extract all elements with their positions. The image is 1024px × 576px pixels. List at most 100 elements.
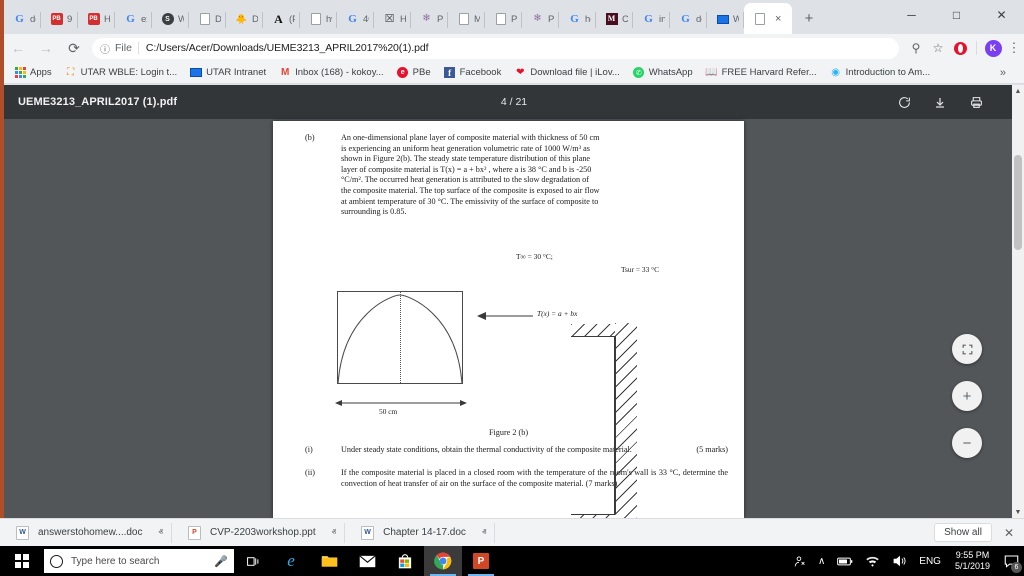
wall-top-hatch: [571, 323, 615, 336]
scroll-up-icon[interactable]: ▲: [1012, 85, 1024, 97]
clock-time: 9:55 PM: [955, 550, 990, 560]
bookmarks-overflow-icon[interactable]: »: [1000, 67, 1006, 79]
download-item-0[interactable]: Wanswerstohomew....doc ⱏ: [14, 522, 172, 543]
chrome-icon[interactable]: [424, 546, 462, 576]
tab-10[interactable]: ☒ Hc: [374, 4, 411, 34]
tab-label: Pr: [511, 13, 517, 25]
tab-7[interactable]: A (P: [263, 4, 300, 34]
tab-6[interactable]: 🐥 Dc: [226, 4, 263, 34]
bookmark-star-icon[interactable]: ☆: [927, 37, 949, 59]
opera-vpn-extension-icon[interactable]: [949, 37, 971, 59]
edge-icon[interactable]: e: [272, 546, 310, 576]
scrollbar-thumb[interactable]: [1014, 155, 1022, 250]
bookmark-6[interactable]: ❤ Download file | iLov...: [514, 67, 620, 79]
tab-2[interactable]: PB Hc: [78, 4, 115, 34]
back-button[interactable]: ←: [4, 34, 32, 62]
scroll-down-icon[interactable]: ▼: [1012, 506, 1024, 518]
tab-8[interactable]: hw: [300, 4, 337, 34]
download-menu-caret-icon[interactable]: ⱏ: [332, 527, 336, 538]
print-icon[interactable]: [968, 94, 984, 110]
volume-icon[interactable]: [886, 555, 913, 567]
chrome-browser-window: Gde PB 9.2 PB Hc Gexp S Wi Do 🐥 Dc A (P hw G 40 ☒ Hc ❄ Pr Mi…: [0, 0, 1024, 518]
blue-icon: [190, 67, 203, 79]
file-explorer-icon[interactable]: [310, 546, 348, 576]
mail-icon[interactable]: [348, 546, 386, 576]
download-menu-caret-icon[interactable]: ⱏ: [482, 527, 486, 538]
bookmark-8[interactable]: 📖 FREE Harvard Refer...: [705, 67, 816, 79]
bookmark-9[interactable]: ◉ Introduction to Am...: [830, 67, 930, 79]
tab-5[interactable]: Do: [189, 4, 226, 34]
download-item-1[interactable]: P CVP-2203workshop.ppt ⱏ: [186, 522, 346, 543]
bookmark-2[interactable]: UTAR Intranet: [190, 67, 266, 79]
language-indicator[interactable]: ENG: [913, 556, 947, 567]
tab-active[interactable]: ×: [744, 3, 792, 34]
bookmark-4[interactable]: e PBe: [397, 67, 431, 79]
chrome-menu-icon[interactable]: ⋮: [1004, 40, 1024, 56]
wifi-icon[interactable]: [859, 555, 886, 567]
tab-13[interactable]: Pr: [485, 4, 522, 34]
tab-19[interactable]: W: [707, 4, 744, 34]
bookmark-7[interactable]: ✆ WhatsApp: [633, 67, 693, 79]
rotate-icon[interactable]: [896, 94, 912, 110]
zoom-in-button[interactable]: +: [952, 381, 982, 411]
powerpoint-icon[interactable]: P: [462, 546, 500, 576]
download-menu-caret-icon[interactable]: ⱏ: [159, 527, 163, 538]
tab-label: Do: [215, 13, 221, 25]
profile-pointer-arrow: [477, 311, 533, 320]
start-button[interactable]: [0, 546, 44, 576]
tab-18[interactable]: Gde: [670, 4, 707, 34]
notification-center-icon[interactable]: 6: [998, 546, 1024, 576]
bookmarks-bar: Apps ⛶ UTAR WBLE: Login t... UTAR Intranet M…: [4, 62, 1024, 84]
store-icon[interactable]: [386, 546, 424, 576]
search-input[interactable]: Type here to search 🎤: [44, 549, 234, 573]
avatar[interactable]: K: [982, 37, 1004, 59]
bookmark-5[interactable]: f Facebook: [444, 67, 502, 79]
tab-17[interactable]: Gin: [633, 4, 670, 34]
close-icon[interactable]: ×: [775, 13, 781, 25]
tab-9[interactable]: G 40: [337, 4, 374, 34]
show-all-downloads-button[interactable]: Show all: [934, 523, 992, 542]
show-hidden-icons-chevron[interactable]: ∧: [812, 556, 831, 567]
google-icon: G: [570, 12, 579, 25]
tab-16[interactable]: M Cl: [596, 4, 633, 34]
bookmark-label: Facebook: [459, 67, 502, 78]
bookmark-1[interactable]: ⛶ UTAR WBLE: Login t...: [65, 67, 177, 79]
mendeley-icon: M: [605, 13, 618, 26]
tab-14[interactable]: ❄ Pr: [522, 4, 559, 34]
tab-label: Mi: [474, 13, 480, 25]
question-b-text: An one-dimensional plane layer of compos…: [341, 133, 600, 217]
task-view-icon[interactable]: [234, 546, 272, 576]
chart-icon: ☒: [384, 12, 395, 25]
battery-icon[interactable]: [831, 556, 859, 567]
tab-12[interactable]: Mi: [448, 4, 485, 34]
reload-button[interactable]: ⟳: [60, 34, 88, 62]
maximize-button[interactable]: □: [934, 0, 979, 30]
tab-4[interactable]: S Wi: [152, 4, 189, 34]
new-tab-button[interactable]: +: [796, 5, 822, 31]
document-icon: [457, 13, 470, 26]
tab-11[interactable]: ❄ Pr: [411, 4, 448, 34]
clock[interactable]: 9:55 PM 5/1/2019: [947, 550, 998, 572]
zoom-out-button[interactable]: −: [952, 428, 982, 458]
minimize-button[interactable]: ─: [889, 0, 934, 30]
close-window-button[interactable]: ✕: [979, 0, 1024, 30]
tab-15[interactable]: Gho: [559, 4, 596, 34]
fit-to-page-button[interactable]: [952, 334, 982, 364]
people-icon[interactable]: [787, 555, 812, 568]
pdf-scrollbar[interactable]: ▲ ▼: [1012, 85, 1024, 518]
close-shelf-icon[interactable]: ✕: [1004, 526, 1014, 540]
tab-0[interactable]: Gde: [4, 4, 41, 34]
zoom-out-icon[interactable]: ⚲: [905, 37, 927, 59]
forward-button[interactable]: →: [32, 34, 60, 62]
apps-grid-icon: [14, 67, 26, 79]
download-icon[interactable]: [932, 94, 948, 110]
flower-icon: ❄: [422, 13, 431, 24]
question-ii-marks: (7 marks): [585, 478, 618, 488]
microphone-icon[interactable]: 🎤: [214, 555, 228, 568]
download-item-2[interactable]: W Chapter 14-17.doc ⱏ: [359, 522, 496, 543]
bookmark-3[interactable]: M Inbox (168) - kokoy...: [279, 67, 384, 79]
tab-3[interactable]: Gexp: [115, 4, 152, 34]
address-bar[interactable]: ⓘ File C:/Users/Acer/Downloads/UEME3213_…: [92, 37, 899, 59]
tab-1[interactable]: PB 9.2: [41, 4, 78, 34]
bookmark-0[interactable]: Apps: [14, 67, 52, 79]
